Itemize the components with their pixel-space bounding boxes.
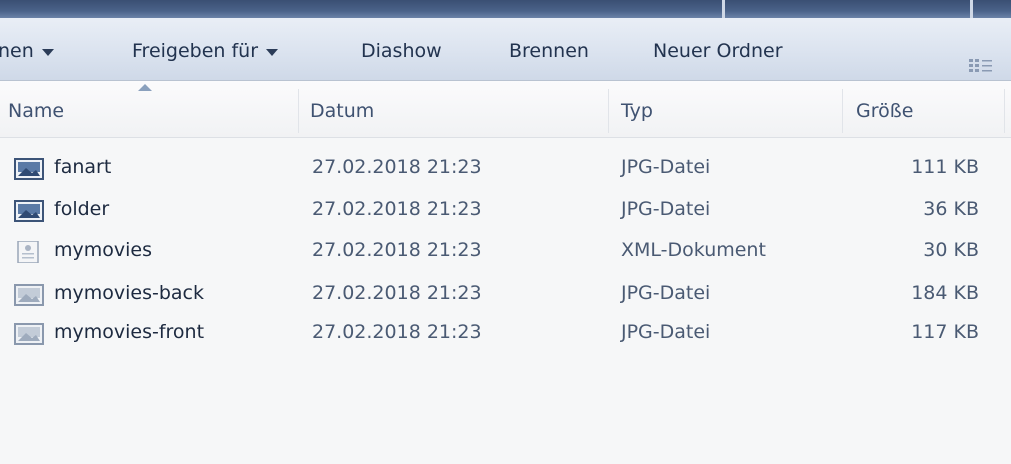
sort-ascending-icon xyxy=(138,84,152,91)
dropdown-arrow-icon xyxy=(266,48,279,56)
file-row[interactable]: mymovies 27.02.2018 21:23 XML-Dokument 3… xyxy=(0,231,1011,271)
command-bar: nen Freigeben für Diashow Brennen Neuer … xyxy=(0,18,1011,81)
toolbar-item-label: nen xyxy=(0,40,34,62)
file-size: 36 KB xyxy=(923,198,979,220)
explorer-window: nen Freigeben für Diashow Brennen Neuer … xyxy=(0,0,1011,464)
file-row[interactable]: mymovies-back 27.02.2018 21:23 JPG-Datei… xyxy=(0,274,1011,314)
toolbar-item-label: Neuer Ordner xyxy=(653,40,783,62)
column-header-name[interactable]: Name xyxy=(8,100,64,122)
column-divider[interactable] xyxy=(842,89,843,133)
file-size: 111 KB xyxy=(911,156,979,178)
file-type: JPG-Datei xyxy=(621,282,711,304)
title-bar-divider xyxy=(970,0,973,18)
file-type: XML-Dokument xyxy=(621,239,766,261)
file-type: JPG-Datei xyxy=(621,198,711,220)
title-bar-divider xyxy=(722,0,725,18)
column-divider[interactable] xyxy=(1004,89,1005,133)
file-row[interactable]: mymovies-front 27.02.2018 21:23 JPG-Date… xyxy=(0,313,1011,353)
toolbar-item-slideshow[interactable]: Diashow xyxy=(361,40,442,62)
file-row[interactable]: folder 27.02.2018 21:23 JPG-Datei 36 KB xyxy=(0,190,1011,230)
column-header-type[interactable]: Typ xyxy=(621,100,653,122)
jpg-file-icon xyxy=(14,200,44,222)
xml-file-icon xyxy=(17,241,39,263)
jpg-file-icon xyxy=(14,284,44,306)
file-date: 27.02.2018 21:23 xyxy=(312,198,482,220)
file-name: mymovies xyxy=(54,239,152,261)
file-date: 27.02.2018 21:23 xyxy=(312,282,482,304)
file-type: JPG-Datei xyxy=(621,156,711,178)
file-date: 27.02.2018 21:23 xyxy=(312,239,482,261)
file-name: mymovies-front xyxy=(54,321,205,343)
file-name: fanart xyxy=(54,156,112,178)
file-list: fanart 27.02.2018 21:23 JPG-Datei 111 KB… xyxy=(0,138,1011,464)
toolbar-item-new-folder[interactable]: Neuer Ordner xyxy=(653,40,783,62)
column-divider[interactable] xyxy=(298,89,299,133)
toolbar-item-label: Freigeben für xyxy=(132,40,259,62)
file-date: 27.02.2018 21:23 xyxy=(312,156,482,178)
column-header-size[interactable]: Größe xyxy=(856,100,913,122)
toolbar-item-share-with[interactable]: Freigeben für xyxy=(132,40,279,62)
column-header-date[interactable]: Datum xyxy=(310,100,374,122)
file-type: JPG-Datei xyxy=(621,321,711,343)
column-divider[interactable] xyxy=(608,89,609,133)
view-details-icon[interactable] xyxy=(968,58,994,76)
toolbar-item-label: Diashow xyxy=(361,40,442,62)
column-header-row: Name Datum Typ Größe xyxy=(0,81,1011,138)
jpg-file-icon xyxy=(14,158,44,180)
dropdown-arrow-icon xyxy=(41,48,54,56)
title-bar xyxy=(0,0,1011,18)
toolbar-item-organize[interactable]: nen xyxy=(0,40,54,62)
toolbar-item-burn[interactable]: Brennen xyxy=(509,40,589,62)
file-size: 117 KB xyxy=(911,321,979,343)
file-size: 30 KB xyxy=(923,239,979,261)
toolbar-item-label: Brennen xyxy=(509,40,589,62)
file-size: 184 KB xyxy=(911,282,979,304)
file-name: folder xyxy=(54,198,110,220)
jpg-file-icon xyxy=(14,323,44,345)
file-date: 27.02.2018 21:23 xyxy=(312,321,482,343)
file-row[interactable]: fanart 27.02.2018 21:23 JPG-Datei 111 KB xyxy=(0,148,1011,188)
file-name: mymovies-back xyxy=(54,282,205,304)
